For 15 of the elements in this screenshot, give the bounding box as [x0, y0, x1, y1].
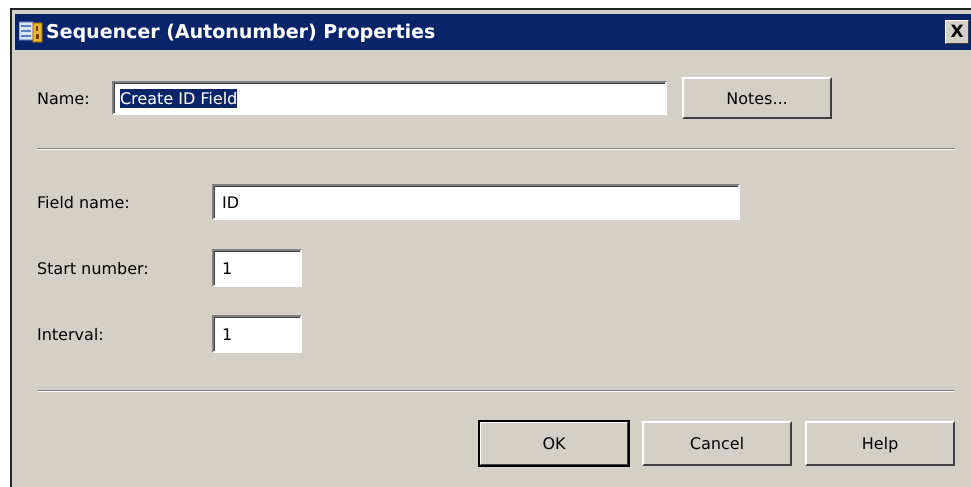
table-icon [19, 21, 43, 43]
notes-button[interactable]: Notes... [682, 77, 832, 119]
window-title: Sequencer (Autonumber) Properties [46, 21, 436, 43]
close-button[interactable]: X [945, 20, 969, 44]
dialog-button[interactable]: Cancel [642, 421, 792, 466]
dialog-button[interactable]: Help [805, 421, 955, 466]
input-field[interactable]: 1 [212, 249, 302, 287]
field-label: Interval: [37, 324, 105, 344]
name-field[interactable]: Create ID Field [112, 81, 667, 115]
input-field[interactable]: 1 [212, 315, 302, 353]
field-label: Start number: [37, 258, 150, 278]
name-label: Name: [37, 88, 91, 108]
field-label: Field name: [37, 192, 131, 212]
dialog-button[interactable]: OK [479, 421, 629, 466]
input-field[interactable]: ID [212, 184, 740, 220]
